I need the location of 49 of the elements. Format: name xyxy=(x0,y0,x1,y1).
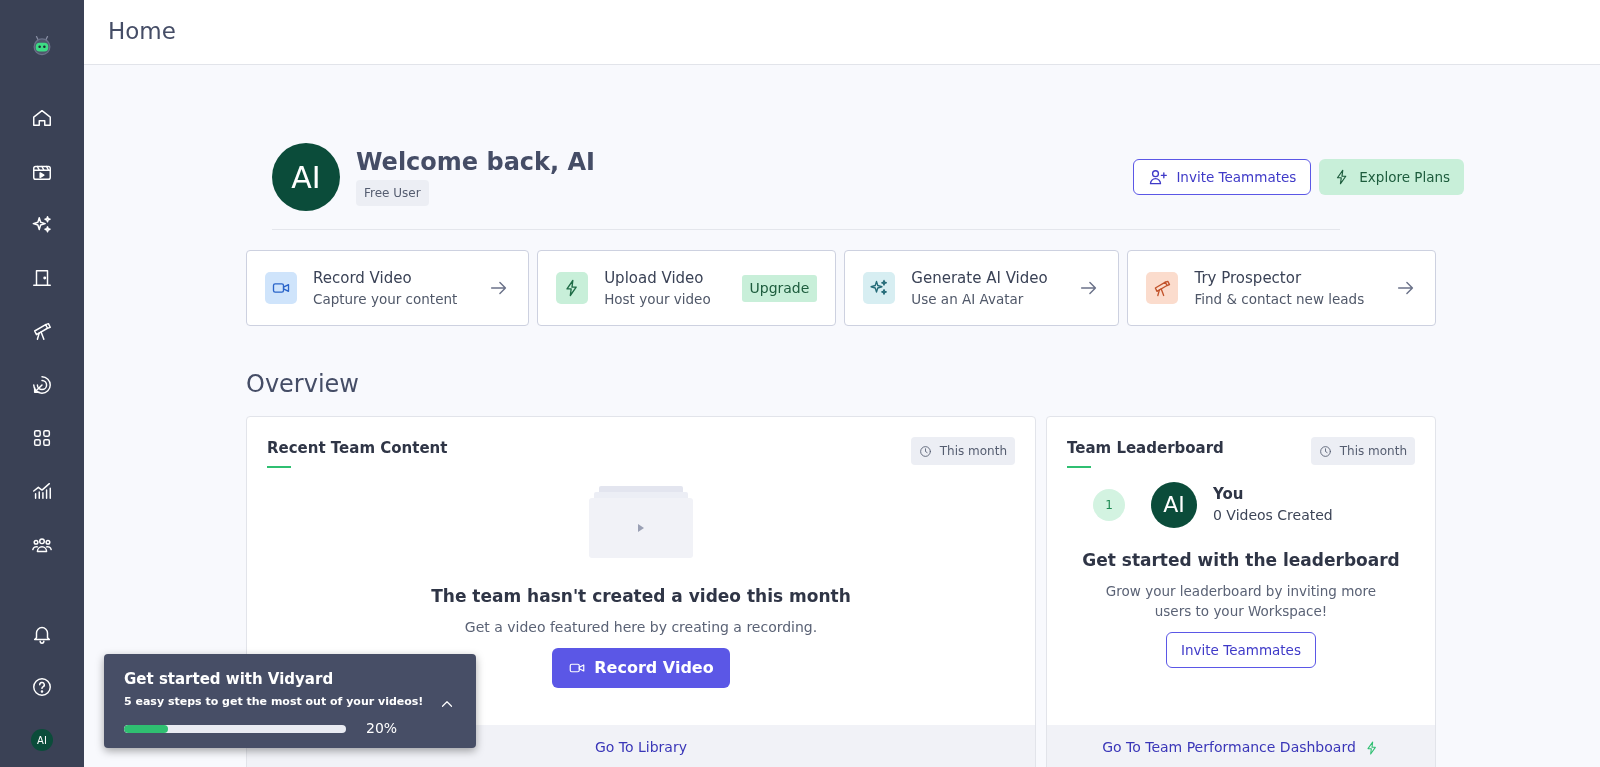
library-link[interactable]: Go To Library xyxy=(595,739,687,755)
telescope-icon[interactable] xyxy=(31,320,53,343)
onboarding-subtitle: 5 easy steps to get the most out of your videos! xyxy=(124,693,424,710)
upgrade-tag: Upgrade xyxy=(741,274,818,302)
robot-logo-icon[interactable] xyxy=(31,34,53,57)
add-user-icon xyxy=(1148,167,1169,187)
sparkles-icon xyxy=(869,278,890,298)
user-avatar: AI xyxy=(1151,481,1197,528)
record-video-button[interactable]: Record Video xyxy=(552,648,730,688)
card-title: Recent Team Content xyxy=(267,438,448,459)
clock-icon xyxy=(918,444,932,458)
progress-percent: 20% xyxy=(366,719,398,738)
action-subtitle: Find & contact new leads xyxy=(1194,290,1365,310)
quick-action-card[interactable]: Upload Video Host your video Upgrade xyxy=(537,250,837,326)
explore-plans-button[interactable]: Explore Plans xyxy=(1319,158,1464,196)
rank-number: 1 xyxy=(1093,488,1125,521)
action-subtitle: Host your video xyxy=(604,290,711,310)
welcome-title: Welcome back, AI xyxy=(356,147,595,177)
quick-action-card[interactable]: Generate AI Video Use an AI Avatar xyxy=(844,250,1120,326)
sparkles-icon[interactable] xyxy=(31,213,53,236)
onboarding-title: Get started with Vidyard xyxy=(124,669,335,690)
target-arrow-icon[interactable] xyxy=(31,373,53,396)
quick-action-card[interactable]: Try Prospector Find & contact new leads xyxy=(1127,250,1436,326)
user-avatar: AI xyxy=(272,143,340,211)
user-plan-badge: Free User xyxy=(356,180,429,207)
empty-state-text: Get a video featured here by creating a recording. xyxy=(464,618,818,637)
empty-state-title: The team hasn't created a video this month xyxy=(431,584,851,608)
clock-icon xyxy=(1318,444,1332,458)
leaderboard-text: Grow your leaderboard by inviting more users to your Workspace! xyxy=(1104,582,1378,622)
card-title: Team Leaderboard xyxy=(1067,438,1224,459)
action-title: Record Video xyxy=(313,267,413,289)
leaderboard-title: Get started with the leaderboard xyxy=(1082,548,1400,572)
section-title: Overview xyxy=(246,369,360,400)
leader-name: You xyxy=(1213,483,1245,505)
user-avatar[interactable]: AI xyxy=(31,729,53,752)
period-filter[interactable]: This month xyxy=(1310,437,1415,465)
period-filter[interactable]: This month xyxy=(910,437,1015,465)
page-title: Home xyxy=(108,18,176,46)
leader-detail: 0 Videos Created xyxy=(1213,506,1333,526)
action-title: Try Prospector xyxy=(1194,267,1303,289)
action-title: Generate AI Video xyxy=(911,267,1048,289)
invite-teammates-button[interactable]: Invite Teammates xyxy=(1133,158,1312,196)
action-title: Upload Video xyxy=(604,267,705,289)
action-subtitle: Capture your content xyxy=(313,290,458,310)
help-icon[interactable] xyxy=(31,676,53,699)
quick-action-card[interactable]: Record Video Capture your content xyxy=(246,250,530,326)
action-subtitle: Use an AI Avatar xyxy=(911,290,1025,310)
telescope-icon xyxy=(1152,278,1173,298)
invite-teammates-button[interactable]: Invite Teammates xyxy=(1166,631,1316,668)
